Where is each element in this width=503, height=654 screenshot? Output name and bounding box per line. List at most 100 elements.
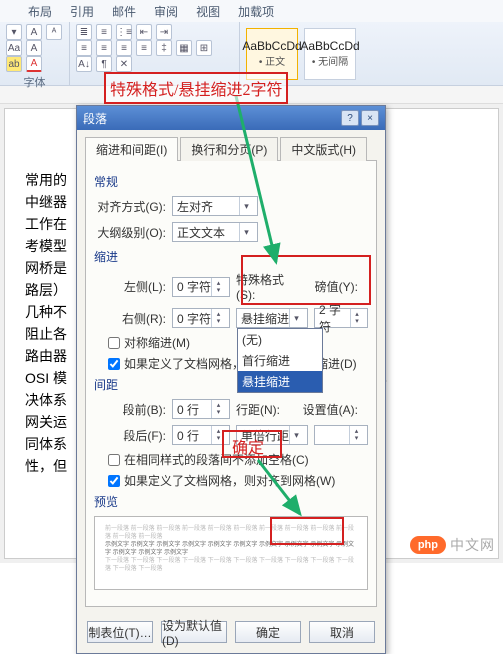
phonetic-guide-icon[interactable]: Aa bbox=[6, 40, 22, 56]
alignment-value: 左对齐 bbox=[177, 198, 213, 215]
section-preview: 预览 bbox=[94, 493, 368, 510]
ribbon-body: ▾ A ᴬ Aa A ab A 字体 ≣ ≡ ⋮≡ ⇤ ⇥ ≡ ≡ ≡ ≡ ‡ … bbox=[0, 22, 503, 86]
before-value: 0 行 bbox=[177, 401, 199, 418]
tab-view[interactable]: 视图 bbox=[196, 3, 220, 20]
show-marks-icon[interactable]: ¶ bbox=[96, 56, 112, 72]
by-label: 磅值(Y): bbox=[300, 278, 358, 295]
special-format-value: 悬挂缩进 bbox=[241, 310, 289, 327]
grow-font-icon[interactable]: A bbox=[26, 24, 42, 40]
alignment-combo[interactable]: 左对齐 bbox=[172, 196, 258, 216]
snap-to-grid-checkbox[interactable]: 如果定义了文档网格，则对齐到网格(W) bbox=[108, 472, 368, 489]
right-indent-spinner[interactable]: 0 字符▴▾ bbox=[172, 308, 230, 328]
watermark-badge: php bbox=[410, 536, 446, 554]
tab-layout[interactable]: 布局 bbox=[28, 3, 52, 20]
ruler[interactable] bbox=[0, 86, 503, 104]
chevron-down-icon[interactable] bbox=[239, 197, 253, 215]
highlight-icon[interactable]: ab bbox=[6, 56, 22, 72]
font-color-icon[interactable]: A bbox=[26, 56, 42, 72]
tab-addins[interactable]: 加载项 bbox=[238, 3, 274, 20]
multilevel-icon[interactable]: ⋮≡ bbox=[116, 24, 132, 40]
tabs-button[interactable]: 制表位(T)… bbox=[87, 621, 153, 643]
before-spinner[interactable]: 0 行▴▾ bbox=[172, 399, 230, 419]
char-border-icon[interactable]: A bbox=[26, 40, 42, 56]
style-nospacing[interactable]: AaBbCcDd • 无间隔 bbox=[304, 28, 356, 80]
left-indent-label: 左侧(L): bbox=[94, 278, 166, 295]
shrink-font-icon[interactable]: ᴬ bbox=[46, 24, 62, 40]
ribbon-tabs: 布局 引用 邮件 审阅 视图 加载项 bbox=[0, 0, 503, 22]
styles-group: AaBbCcDd • 正文 AaBbCcDd • 无间隔 bbox=[240, 22, 362, 85]
align-center-icon[interactable]: ≡ bbox=[96, 40, 112, 56]
dialog-titlebar[interactable]: 段落 ? × bbox=[77, 106, 385, 130]
tab-asian-typography[interactable]: 中文版式(H) bbox=[280, 137, 367, 161]
style-name: • 正文 bbox=[259, 53, 285, 68]
left-indent-spinner[interactable]: 0 字符▴▾ bbox=[172, 277, 230, 297]
chevron-down-icon[interactable] bbox=[289, 426, 303, 444]
tab-indent-spacing[interactable]: 缩进和间距(I) bbox=[85, 137, 178, 161]
help-icon[interactable]: ? bbox=[341, 110, 359, 126]
ok-button[interactable]: 确定 bbox=[235, 621, 301, 643]
option-hanging[interactable]: 悬挂缩进 bbox=[238, 371, 322, 392]
style-sample: AaBbCcDd bbox=[300, 39, 359, 53]
option-first-line[interactable]: 首行缩进 bbox=[238, 350, 322, 371]
watermark-text: 中文网 bbox=[450, 535, 495, 555]
dialog-tabs: 缩进和间距(I) 换行和分页(P) 中文版式(H) bbox=[77, 130, 385, 160]
option-none[interactable]: (无) bbox=[238, 329, 322, 350]
align-left-icon[interactable]: ≡ bbox=[76, 40, 92, 56]
tab-review[interactable]: 审阅 bbox=[154, 3, 178, 20]
after-spinner[interactable]: 0 行▴▾ bbox=[172, 425, 230, 445]
after-value: 0 行 bbox=[177, 427, 199, 444]
watermark: php 中文网 bbox=[410, 535, 495, 555]
right-indent-value: 0 字符 bbox=[177, 310, 211, 327]
bullets-icon[interactable]: ≣ bbox=[76, 24, 92, 40]
special-format-combo[interactable]: 悬挂缩进 (无) 首行缩进 悬挂缩进 bbox=[236, 308, 308, 328]
left-indent-value: 0 字符 bbox=[177, 278, 211, 295]
checkbox-icon[interactable] bbox=[108, 475, 120, 487]
section-spacing: 间距 bbox=[94, 376, 368, 393]
checkbox-icon[interactable] bbox=[108, 454, 120, 466]
style-normal[interactable]: AaBbCcDd • 正文 bbox=[246, 28, 298, 80]
tab-mailings[interactable]: 邮件 bbox=[112, 3, 136, 20]
chevron-down-icon[interactable] bbox=[239, 223, 253, 241]
shading-icon[interactable]: ▦ bbox=[176, 40, 192, 56]
section-indent: 缩进 bbox=[94, 248, 368, 265]
line-spacing-icon[interactable]: ‡ bbox=[156, 40, 172, 56]
align-right-icon[interactable]: ≡ bbox=[116, 40, 132, 56]
preview-box: 前一段落 前一段落 前一段落 前一段落 前一段落 前一段落 前一段落 前一段落 … bbox=[94, 516, 368, 590]
tab-line-page-breaks[interactable]: 换行和分页(P) bbox=[180, 137, 278, 161]
set-default-button[interactable]: 设为默认值(D) bbox=[161, 621, 227, 643]
checkbox-icon[interactable] bbox=[108, 337, 120, 349]
tab-content: 常规 对齐方式(G): 左对齐 大纲级别(O): 正文文本 缩进 左侧(L): … bbox=[85, 160, 377, 607]
checkbox-icon[interactable] bbox=[108, 358, 120, 370]
special-format-label: 特殊格式(S): bbox=[236, 271, 294, 302]
line-spacing-label: 行距(N): bbox=[236, 401, 294, 418]
by-value: 2 字符 bbox=[319, 301, 350, 335]
justify-icon[interactable]: ≡ bbox=[136, 40, 152, 56]
borders-icon[interactable]: ⊞ bbox=[196, 40, 212, 56]
special-format-dropdown: (无) 首行缩进 悬挂缩进 bbox=[237, 328, 323, 393]
by-spinner[interactable]: 2 字符▴▾ bbox=[314, 308, 368, 328]
tab-references[interactable]: 引用 bbox=[70, 3, 94, 20]
cancel-button[interactable]: 取消 bbox=[309, 621, 375, 643]
numbering-icon[interactable]: ≡ bbox=[96, 24, 112, 40]
section-general: 常规 bbox=[94, 173, 368, 190]
sort-icon[interactable]: A↓ bbox=[76, 56, 92, 72]
snap-to-grid-label: 如果定义了文档网格，则对齐到网格(W) bbox=[124, 472, 335, 489]
font-size-dropdown-icon[interactable]: ▾ bbox=[6, 24, 22, 40]
outline-label: 大纲级别(O): bbox=[94, 224, 166, 241]
at-spinner[interactable]: ▴▾ bbox=[314, 425, 368, 445]
chevron-down-icon[interactable] bbox=[289, 309, 303, 327]
after-label: 段后(F): bbox=[94, 427, 166, 444]
close-icon[interactable]: × bbox=[361, 110, 379, 126]
asian-layout-icon[interactable]: ✕ bbox=[116, 56, 132, 72]
line-spacing-combo[interactable]: 单倍行距 bbox=[236, 425, 308, 445]
decrease-indent-icon[interactable]: ⇤ bbox=[136, 24, 152, 40]
no-space-same-style-label: 在相同样式的段落间不添加空格(C) bbox=[124, 451, 309, 468]
mirror-indent-label: 对称缩进(M) bbox=[124, 334, 190, 351]
at-label: 设置值(A): bbox=[300, 401, 358, 418]
alignment-label: 对齐方式(G): bbox=[94, 198, 166, 215]
outline-combo[interactable]: 正文文本 bbox=[172, 222, 258, 242]
no-space-same-style-checkbox[interactable]: 在相同样式的段落间不添加空格(C) bbox=[108, 451, 368, 468]
line-spacing-value: 单倍行距 bbox=[241, 427, 289, 444]
paragraph-group-label bbox=[76, 74, 233, 86]
increase-indent-icon[interactable]: ⇥ bbox=[156, 24, 172, 40]
